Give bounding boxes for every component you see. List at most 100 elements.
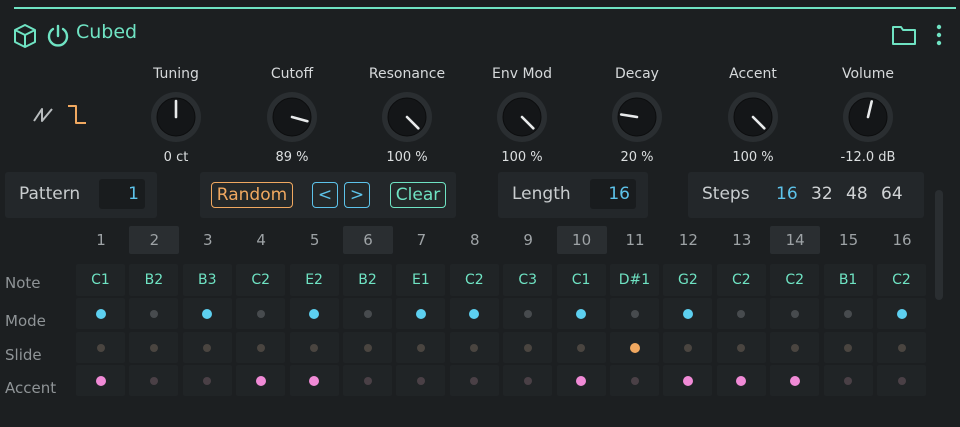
mode-off-dot [363,309,372,318]
mode-cell-13[interactable] [716,298,766,329]
step-number-8: 8 [470,231,480,249]
knob-dial[interactable] [841,90,895,144]
note-cell-9[interactable]: C3 [503,264,553,296]
slide-cell-9[interactable] [503,332,553,363]
mode-cell-1[interactable] [76,298,125,329]
slide-cell-16[interactable] [877,332,926,363]
mode-off-dot [737,309,746,318]
note-cell-15[interactable]: B1 [823,264,873,296]
note-cell-7[interactable]: E1 [396,264,446,296]
slide-cell-14[interactable] [770,332,820,363]
note-cell-5[interactable]: E2 [289,264,339,296]
mode-cell-11[interactable] [610,298,659,329]
note-cell-14[interactable]: C2 [770,264,820,296]
mode-cell-8[interactable] [449,298,499,329]
mode-on-dot [309,308,320,319]
accent-cell-3[interactable] [182,365,232,396]
mode-cell-14[interactable] [770,298,820,329]
vertical-scrollbar[interactable] [935,190,943,300]
mode-cell-3[interactable] [182,298,232,329]
step-number-3: 3 [203,231,213,249]
slide-cell-10[interactable] [556,332,606,363]
accent-cell-2[interactable] [129,365,179,396]
accent-cell-4[interactable] [236,365,286,396]
accent-cell-9[interactable] [503,365,553,396]
previous-pattern-button[interactable]: < [312,182,338,208]
slide-cell-4[interactable] [236,332,286,363]
mode-on-dot [415,308,426,319]
knob-dial[interactable] [726,90,780,144]
mode-cell-10[interactable] [556,298,606,329]
accent-cell-15[interactable] [823,365,873,396]
note-cell-8[interactable]: C2 [449,264,499,296]
knob-dial[interactable] [495,90,549,144]
steps-option-32[interactable]: 32 [811,184,833,204]
note-cell-4[interactable]: C2 [236,264,286,296]
slide-cell-8[interactable] [449,332,499,363]
accent-cell-12[interactable] [663,365,713,396]
slide-cell-3[interactable] [182,332,232,363]
knob-dial[interactable] [265,90,319,144]
knob-dial[interactable] [149,90,203,144]
mode-cell-5[interactable] [289,298,339,329]
slide-cell-12[interactable] [663,332,713,363]
mode-cell-6[interactable] [343,298,392,329]
accent-cell-10[interactable] [556,365,606,396]
slide-cell-15[interactable] [823,332,873,363]
accent-cell-8[interactable] [449,365,499,396]
note-cell-12[interactable]: G2 [663,264,713,296]
accent-cell-7[interactable] [396,365,446,396]
next-pattern-button[interactable]: > [344,182,370,208]
knob-dial[interactable] [610,90,664,144]
steps-option-48[interactable]: 48 [846,184,868,204]
note-cell-1[interactable]: C1 [76,264,125,296]
mode-cell-7[interactable] [396,298,446,329]
slide-cell-2[interactable] [129,332,179,363]
note-cell-3[interactable]: B3 [182,264,232,296]
row-label-note: Note [5,274,41,292]
slide-cell-5[interactable] [289,332,339,363]
folder-icon[interactable] [891,23,917,51]
accent-cell-14[interactable] [770,365,820,396]
length-number-field[interactable]: 16 [590,179,636,209]
accent-off-dot [203,376,212,385]
slide-cell-11[interactable] [610,332,659,363]
note-cell-6[interactable]: B2 [343,264,392,296]
pattern-number-field[interactable]: 1 [99,179,145,209]
note-cell-10[interactable]: C1 [556,264,606,296]
power-icon[interactable] [46,23,70,53]
knob-dial[interactable] [380,90,434,144]
clear-button[interactable]: Clear [390,182,446,208]
accent-cell-5[interactable] [289,365,339,396]
note-cell-13[interactable]: C2 [716,264,766,296]
note-cell-16[interactable]: C2 [877,264,926,296]
slide-cell-7[interactable] [396,332,446,363]
accent-cell-16[interactable] [877,365,926,396]
knob-label: Cutoff [270,66,314,82]
mode-cell-12[interactable] [663,298,713,329]
note-cell-11[interactable]: D#1 [610,264,659,296]
accent-off-dot [470,376,479,385]
mode-cell-4[interactable] [236,298,286,329]
steps-option-16[interactable]: 16 [776,184,798,204]
note-cell-2[interactable]: B2 [129,264,179,296]
accent-cell-13[interactable] [716,365,766,396]
steps-option-64[interactable]: 64 [881,184,903,204]
mode-cell-9[interactable] [503,298,553,329]
kebab-menu-icon[interactable] [934,23,944,53]
mode-cell-16[interactable] [877,298,926,329]
preset-title[interactable]: Cubed [76,21,137,43]
slide-off-dot [737,343,746,352]
mode-cell-2[interactable] [129,298,179,329]
mode-off-dot [790,309,799,318]
accent-cell-6[interactable] [343,365,392,396]
accent-cell-1[interactable] [76,365,125,396]
accent-cell-11[interactable] [610,365,659,396]
mode-cell-15[interactable] [823,298,873,329]
mode-on-dot [682,308,693,319]
slide-cell-13[interactable] [716,332,766,363]
slide-off-dot [363,343,372,352]
random-button[interactable]: Random [211,182,293,208]
slide-cell-6[interactable] [343,332,392,363]
slide-cell-1[interactable] [76,332,125,363]
